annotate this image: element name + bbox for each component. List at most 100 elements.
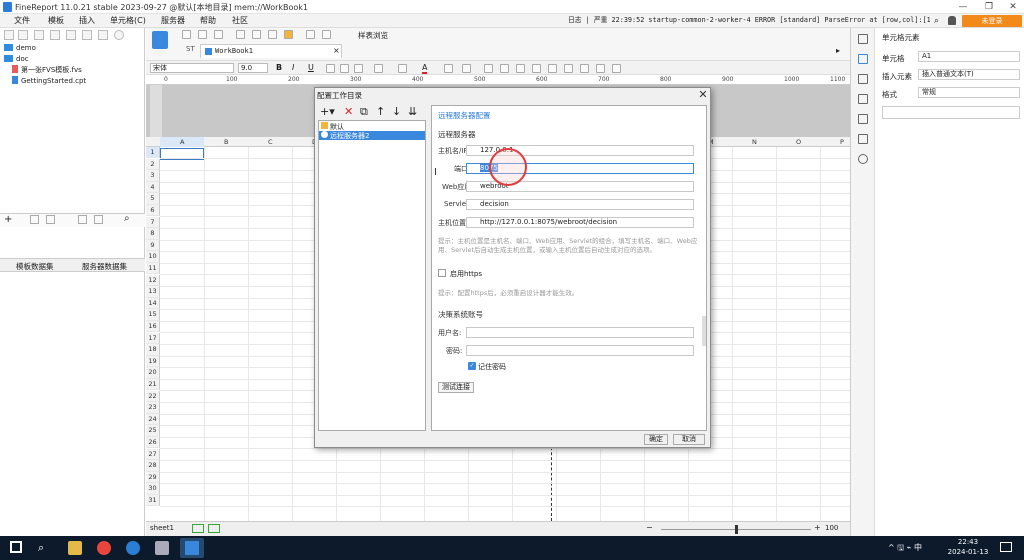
open-icon[interactable] bbox=[18, 30, 28, 40]
cell-attribute-icon[interactable] bbox=[858, 54, 868, 64]
tree-item[interactable]: GettingStarted.cpt bbox=[12, 76, 86, 86]
italic-button[interactable]: I bbox=[292, 63, 294, 72]
https-checkbox[interactable] bbox=[438, 269, 446, 277]
insert-cell-icon[interactable] bbox=[306, 30, 315, 39]
search-icon[interactable]: ⌕ bbox=[934, 16, 939, 26]
chart-icon[interactable] bbox=[548, 64, 557, 73]
tab-server-dataset[interactable]: 服务器数据集 bbox=[82, 261, 127, 272]
row-header-cell[interactable]: 29 bbox=[146, 471, 160, 484]
row-header-cell[interactable]: 23 bbox=[146, 402, 160, 414]
move-down-icon[interactable]: ↓ bbox=[392, 105, 401, 119]
tree-item[interactable]: demo bbox=[4, 43, 36, 53]
hyperlink-icon[interactable] bbox=[858, 134, 868, 144]
minimize-button[interactable]: — bbox=[956, 1, 970, 13]
add-icon[interactable]: +▾ bbox=[320, 105, 335, 119]
move-up-icon[interactable]: ↑ bbox=[376, 105, 385, 119]
add-form-sheet-icon[interactable] bbox=[208, 524, 220, 533]
system-tray[interactable]: ^ 🖫 ⌁ 中 bbox=[888, 542, 922, 556]
menu-community[interactable]: 社区 bbox=[232, 15, 248, 27]
column-header-cell[interactable]: A bbox=[180, 138, 184, 146]
slash-icon[interactable] bbox=[580, 64, 589, 73]
locate-icon[interactable] bbox=[114, 30, 124, 40]
move-bottom-icon[interactable]: ⇊ bbox=[408, 105, 417, 119]
column-header-cell[interactable]: N bbox=[752, 138, 757, 146]
delete-icon[interactable]: ✕ bbox=[344, 105, 353, 119]
ok-button[interactable]: 确定 bbox=[644, 434, 668, 445]
sheet-tab[interactable]: sheet1 bbox=[150, 524, 174, 532]
row-header-cell[interactable]: 20 bbox=[146, 367, 160, 379]
column-header-cell[interactable]: P bbox=[840, 138, 844, 146]
align-center-icon[interactable] bbox=[340, 64, 349, 73]
row-header-cell[interactable]: 21 bbox=[146, 379, 160, 391]
row-header-cell[interactable]: 12 bbox=[146, 274, 160, 286]
tab-template-dataset[interactable]: 模板数据集 bbox=[16, 261, 54, 272]
clock-time[interactable]: 22:43 bbox=[946, 538, 990, 546]
copy-icon[interactable]: ⧉ bbox=[360, 105, 368, 119]
save-icon[interactable] bbox=[182, 30, 191, 39]
widget-icon[interactable] bbox=[858, 94, 868, 104]
undo-icon[interactable] bbox=[198, 30, 207, 39]
remember-password-checkbox[interactable]: ✓ bbox=[468, 362, 476, 370]
insert-element-select[interactable]: 插入普通文本(T) bbox=[918, 69, 1020, 80]
preview-button[interactable]: 样表浏览 bbox=[358, 30, 388, 41]
menu-insert[interactable]: 插入 bbox=[79, 15, 95, 27]
tree-item[interactable]: doc bbox=[4, 54, 29, 64]
row-header-cell[interactable]: 7 bbox=[146, 216, 160, 228]
row-header-cell[interactable]: 16 bbox=[146, 321, 160, 333]
preview-dataset-icon[interactable] bbox=[78, 215, 87, 224]
row-header-cell[interactable]: 6 bbox=[146, 205, 160, 217]
app-icon[interactable] bbox=[155, 541, 169, 555]
float-element-icon[interactable] bbox=[858, 74, 868, 84]
list-item-selected[interactable]: 远程服务器2 bbox=[319, 131, 425, 140]
paste-icon[interactable] bbox=[268, 30, 277, 39]
zoom-out-button[interactable]: − bbox=[646, 523, 653, 532]
password-input[interactable] bbox=[466, 345, 694, 356]
cancel-button[interactable]: 取消 bbox=[673, 434, 705, 445]
menu-template[interactable]: 模板 bbox=[48, 15, 64, 27]
align-left-icon[interactable] bbox=[326, 64, 335, 73]
hyperlink-icon[interactable] bbox=[484, 64, 493, 73]
condition-icon[interactable] bbox=[858, 114, 868, 124]
search-icon[interactable]: ⌕ bbox=[38, 541, 52, 555]
row-header-cell[interactable]: 1 bbox=[146, 147, 160, 159]
finereport-taskbar-item[interactable] bbox=[180, 538, 204, 558]
notification-center-icon[interactable] bbox=[1000, 542, 1012, 552]
edit-dataset-icon[interactable] bbox=[30, 215, 39, 224]
format-painter-icon[interactable] bbox=[284, 30, 293, 39]
column-header-cell[interactable]: C bbox=[268, 138, 273, 146]
richtext-icon[interactable] bbox=[516, 64, 525, 73]
merge-cells-icon[interactable] bbox=[444, 64, 453, 73]
form-scrollbar[interactable] bbox=[702, 316, 706, 346]
menu-file[interactable]: 文件 bbox=[14, 15, 30, 27]
row-header-cell[interactable]: 22 bbox=[146, 390, 160, 402]
username-input[interactable] bbox=[466, 327, 694, 338]
refresh-dataset-icon[interactable] bbox=[94, 215, 103, 224]
font-select[interactable]: 宋体 bbox=[150, 63, 234, 73]
row-header-cell[interactable]: 14 bbox=[146, 297, 160, 310]
link-icon[interactable] bbox=[858, 154, 868, 164]
copy-icon[interactable] bbox=[50, 30, 60, 40]
menu-server[interactable]: 服务器 bbox=[161, 15, 185, 27]
tree-item[interactable]: 第一张FVS模板.fvs bbox=[12, 65, 82, 75]
edit-icon[interactable] bbox=[34, 30, 44, 40]
font-size-select[interactable]: 9.0 bbox=[238, 63, 268, 73]
frame-icon[interactable] bbox=[612, 64, 621, 73]
content-field[interactable] bbox=[882, 106, 1020, 119]
ie-browser-icon[interactable] bbox=[126, 541, 140, 555]
dialog-close-button[interactable]: ✕ bbox=[696, 88, 710, 101]
close-window-button[interactable]: ✕ bbox=[1006, 1, 1020, 13]
add-dataset-icon[interactable]: + bbox=[4, 214, 12, 225]
list-item[interactable]: 默认 bbox=[321, 122, 344, 131]
menu-help[interactable]: 帮助 bbox=[200, 15, 216, 27]
file-explorer-icon[interactable] bbox=[68, 541, 82, 555]
notification-bell-icon[interactable] bbox=[948, 16, 956, 25]
row-header-cell[interactable]: 25 bbox=[146, 425, 160, 437]
row-header-cell[interactable]: 11 bbox=[146, 263, 160, 275]
row-header-cell[interactable]: 31 bbox=[146, 495, 160, 507]
new-folder-icon[interactable] bbox=[4, 30, 14, 40]
column-header-cell[interactable]: O bbox=[796, 138, 801, 146]
row-header-cell[interactable]: 17 bbox=[146, 332, 160, 344]
row-header-cell[interactable]: 24 bbox=[146, 413, 160, 426]
align-right-icon[interactable] bbox=[354, 64, 363, 73]
row-header-cell[interactable]: 9 bbox=[146, 239, 160, 252]
